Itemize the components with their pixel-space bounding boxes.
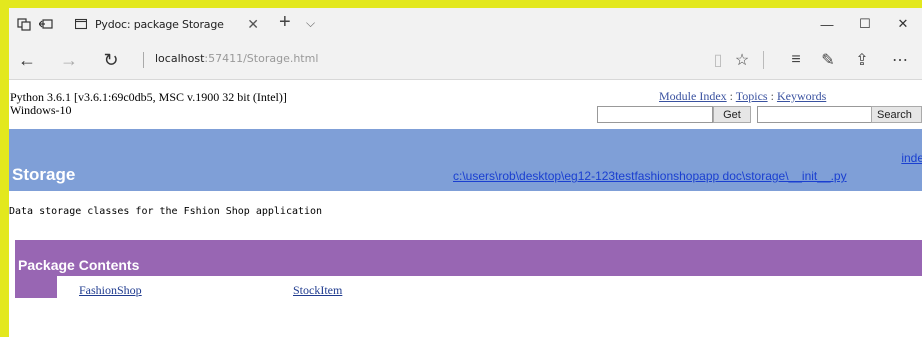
search-button[interactable]: Search [871,106,922,123]
title-bar: Pydoc: package Storage ✕ + ⌵ — ☐ ✕ [9,8,922,40]
forward-button[interactable]: → [57,48,81,72]
package-link-fashionshop[interactable]: FashionShop [79,283,142,298]
set-tabs-aside-icon[interactable] [39,17,53,31]
index-link[interactable]: index [901,151,922,165]
web-note-icon[interactable]: ✎ [817,49,839,71]
package-link-stockitem[interactable]: StockItem [293,283,342,298]
minimize-button[interactable]: — [808,8,846,40]
browser-window: Pydoc: package Storage ✕ + ⌵ — ☐ ✕ ← → ↻… [9,8,922,337]
share-icon[interactable]: ⇪ [851,49,873,71]
maximize-button[interactable]: ☐ [846,8,884,40]
topics-link[interactable]: Topics [736,89,768,103]
system-info: Python 3.6.1 [v3.6.1:69c0db5, MSC v.1900… [10,91,287,117]
reading-view-icon[interactable]: ▯ [707,49,729,71]
source-file-link[interactable]: c:\users\rob\desktop\eg12-123testfashion… [453,169,922,183]
link-separator: : [767,89,777,103]
os-version: Windows-10 [10,103,72,117]
new-tab-button[interactable]: + [279,11,291,34]
close-window-button[interactable]: ✕ [884,8,922,40]
search-input[interactable] [757,106,873,123]
navigation-bar: ← → ↻ localhost:57411/Storage.html ▯ ☆ ≡… [9,40,922,80]
section-margin-bar [15,276,57,298]
url-path: :57411/Storage.html [204,52,319,65]
more-icon[interactable]: ⋯ [889,49,911,71]
tab-close-icon[interactable]: ✕ [247,16,259,33]
url-host: localhost [155,52,205,65]
favorite-star-icon[interactable]: ☆ [731,49,753,71]
link-separator: : [726,89,736,103]
get-input[interactable] [597,106,713,123]
back-button[interactable]: ← [15,48,39,72]
module-title: Storage [12,165,76,184]
module-docstring: Data storage classes for the Fshion Shop… [9,206,323,217]
refresh-button[interactable]: ↻ [99,48,123,72]
address-bar[interactable]: localhost:57411/Storage.html [155,52,318,65]
section-title: Package Contents [18,257,140,273]
address-divider [143,52,144,68]
module-index-link[interactable]: Module Index [659,89,727,103]
toolbar-divider [763,51,764,69]
page-icon [75,18,87,30]
tab-title: Pydoc: package Storage [95,17,224,31]
module-heading-band: Storage index c:\users\rob\desktop\eg12-… [9,129,922,191]
tab-storage[interactable]: Pydoc: package Storage ✕ [75,8,267,40]
page-content: Python 3.6.1 [v3.6.1:69c0db5, MSC v.1900… [9,81,922,337]
chevron-down-icon[interactable]: ⌵ [306,16,315,31]
hub-icon[interactable]: ≡ [785,49,807,71]
package-contents-band: Package Contents [15,240,922,276]
get-button[interactable]: Get [713,106,751,123]
top-links: Module Index : Topics : Keywords [659,89,826,104]
tab-preview-icon[interactable] [17,17,31,31]
keywords-link[interactable]: Keywords [777,89,826,103]
